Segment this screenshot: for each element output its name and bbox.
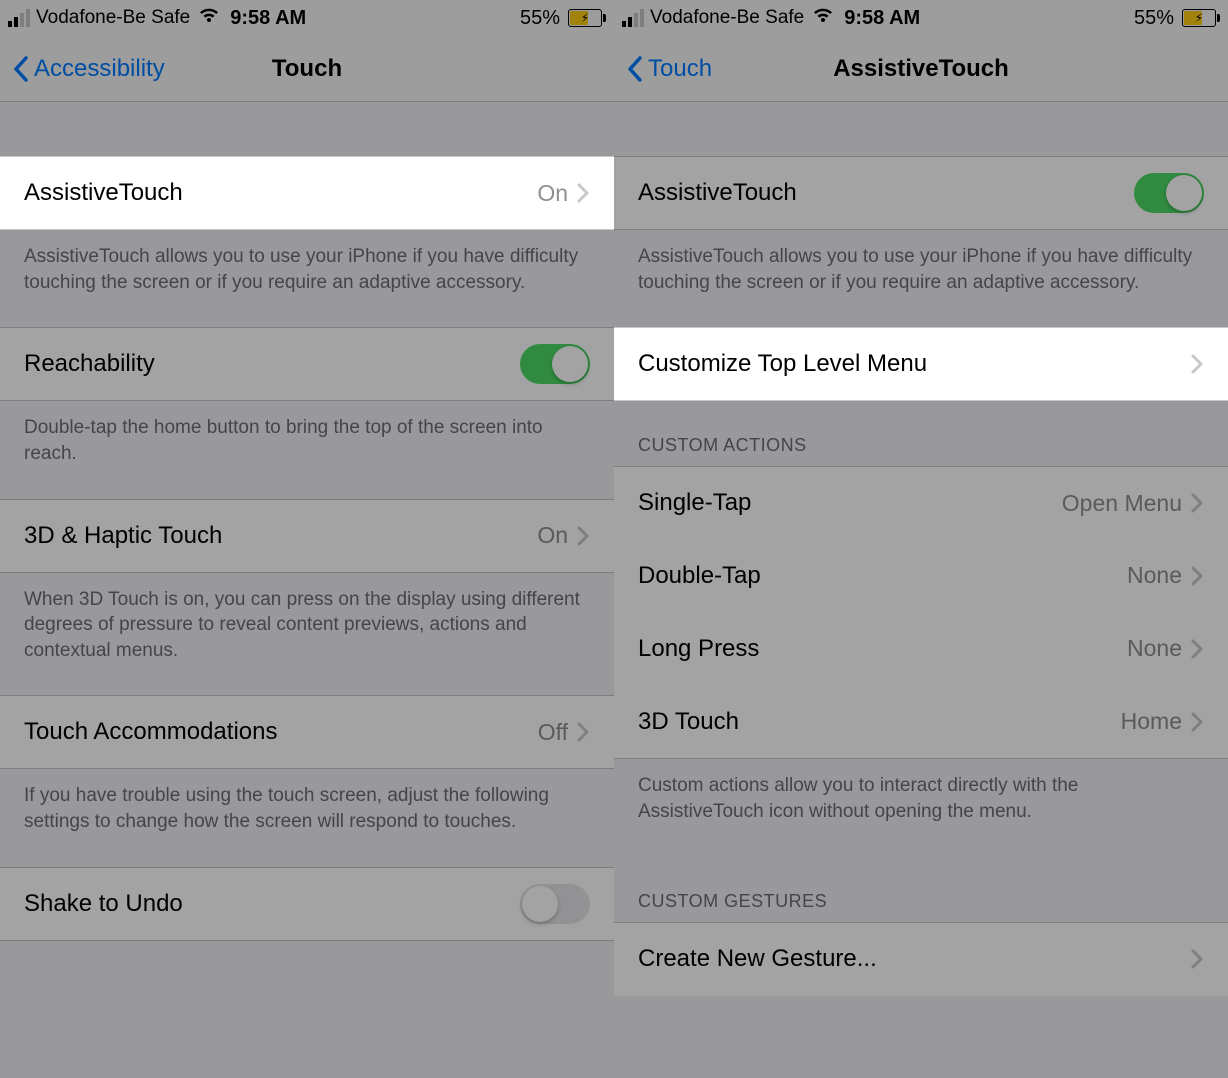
row-label: AssistiveTouch — [24, 179, 537, 207]
wifi-icon — [812, 7, 834, 30]
row-footer: When 3D Touch is on, you can press on th… — [0, 573, 614, 696]
row-label: Double-Tap — [638, 562, 1127, 590]
wifi-icon — [198, 7, 220, 30]
status-time: 9:58 AM — [230, 7, 306, 30]
row-footer: If you have trouble using the touch scre… — [0, 769, 614, 866]
status-bar: Vodafone-Be Safe 9:58 AM 55% ⚡︎ — [0, 0, 614, 36]
signal-icon — [8, 9, 30, 27]
section-header-custom-gestures: CUSTOM GESTURES — [614, 857, 1228, 922]
row-label: AssistiveTouch — [638, 179, 1134, 207]
row-footer: Double-tap the home button to bring the … — [0, 401, 614, 498]
carrier-label: Vodafone-Be Safe — [650, 7, 804, 29]
row-customize-top-level-menu[interactable]: Customize Top Level Menu — [614, 327, 1228, 401]
chevron-left-icon — [626, 55, 644, 83]
chevron-right-icon — [1190, 948, 1204, 970]
chevron-left-icon — [12, 55, 30, 83]
row-label: Touch Accommodations — [24, 718, 538, 746]
nav-title: Touch — [272, 55, 342, 83]
settings-content: AssistiveTouch AssistiveTouch allows you… — [614, 102, 1228, 1078]
toggle-switch[interactable] — [520, 344, 590, 384]
row-label: Reachability — [24, 350, 520, 378]
chevron-right-icon — [1190, 638, 1204, 660]
carrier-label: Vodafone-Be Safe — [36, 7, 190, 29]
row-value: None — [1127, 635, 1182, 662]
signal-icon — [622, 9, 644, 27]
row-label: Single-Tap — [638, 489, 1062, 517]
battery-icon: ⚡︎ — [1180, 9, 1220, 27]
row-3d-touch[interactable]: 3D Touch Home — [614, 685, 1228, 759]
battery-percent: 55% — [1134, 7, 1174, 30]
nav-title: AssistiveTouch — [833, 55, 1009, 83]
toggle-switch[interactable] — [1134, 173, 1204, 213]
battery-percent: 55% — [520, 7, 560, 30]
nav-bar: Touch AssistiveTouch — [614, 36, 1228, 102]
battery-icon: ⚡︎ — [566, 9, 606, 27]
row-footer: AssistiveTouch allows you to use your iP… — [0, 230, 614, 327]
section-header-custom-actions: CUSTOM ACTIONS — [614, 401, 1228, 466]
phone-left: Vodafone-Be Safe 9:58 AM 55% ⚡︎ Accessib… — [0, 0, 614, 1078]
row-single-tap[interactable]: Single-Tap Open Menu — [614, 466, 1228, 540]
row-value: Home — [1121, 708, 1182, 735]
row-label: Long Press — [638, 635, 1127, 663]
chevron-right-icon — [1190, 492, 1204, 514]
row-label: Customize Top Level Menu — [638, 350, 1190, 378]
row-touch-accommodations[interactable]: Touch Accommodations Off — [0, 695, 614, 769]
status-bar: Vodafone-Be Safe 9:58 AM 55% ⚡︎ — [614, 0, 1228, 36]
back-button[interactable]: Accessibility — [12, 55, 165, 83]
back-label: Touch — [648, 55, 712, 83]
row-footer: AssistiveTouch allows you to use your iP… — [614, 230, 1228, 327]
row-value: On — [537, 180, 568, 207]
row-double-tap[interactable]: Double-Tap None — [614, 539, 1228, 613]
row-assistive-touch-toggle[interactable]: AssistiveTouch — [614, 156, 1228, 230]
row-assistive-touch[interactable]: AssistiveTouch On — [0, 156, 614, 230]
chevron-right-icon — [576, 721, 590, 743]
chevron-right-icon — [576, 182, 590, 204]
back-button[interactable]: Touch — [626, 55, 712, 83]
row-long-press[interactable]: Long Press None — [614, 612, 1228, 686]
chevron-right-icon — [1190, 565, 1204, 587]
chevron-right-icon — [1190, 353, 1204, 375]
toggle-switch[interactable] — [520, 884, 590, 924]
settings-content: AssistiveTouch On AssistiveTouch allows … — [0, 102, 614, 1078]
row-label: Create New Gesture... — [638, 945, 1190, 973]
row-reachability[interactable]: Reachability — [0, 327, 614, 401]
row-label: Shake to Undo — [24, 890, 520, 918]
row-3d-haptic-touch[interactable]: 3D & Haptic Touch On — [0, 499, 614, 573]
row-footer: Custom actions allow you to interact dir… — [614, 759, 1228, 856]
back-label: Accessibility — [34, 55, 165, 83]
row-label: 3D & Haptic Touch — [24, 522, 537, 550]
row-value: None — [1127, 562, 1182, 589]
nav-bar: Accessibility Touch — [0, 36, 614, 102]
phone-right: Vodafone-Be Safe 9:58 AM 55% ⚡︎ Touch As… — [614, 0, 1228, 1078]
row-label: 3D Touch — [638, 708, 1121, 736]
row-value: Open Menu — [1062, 490, 1182, 517]
chevron-right-icon — [1190, 711, 1204, 733]
row-shake-to-undo[interactable]: Shake to Undo — [0, 867, 614, 941]
status-time: 9:58 AM — [844, 7, 920, 30]
chevron-right-icon — [576, 525, 590, 547]
row-value: Off — [538, 719, 568, 746]
row-create-new-gesture[interactable]: Create New Gesture... — [614, 922, 1228, 996]
row-value: On — [537, 522, 568, 549]
